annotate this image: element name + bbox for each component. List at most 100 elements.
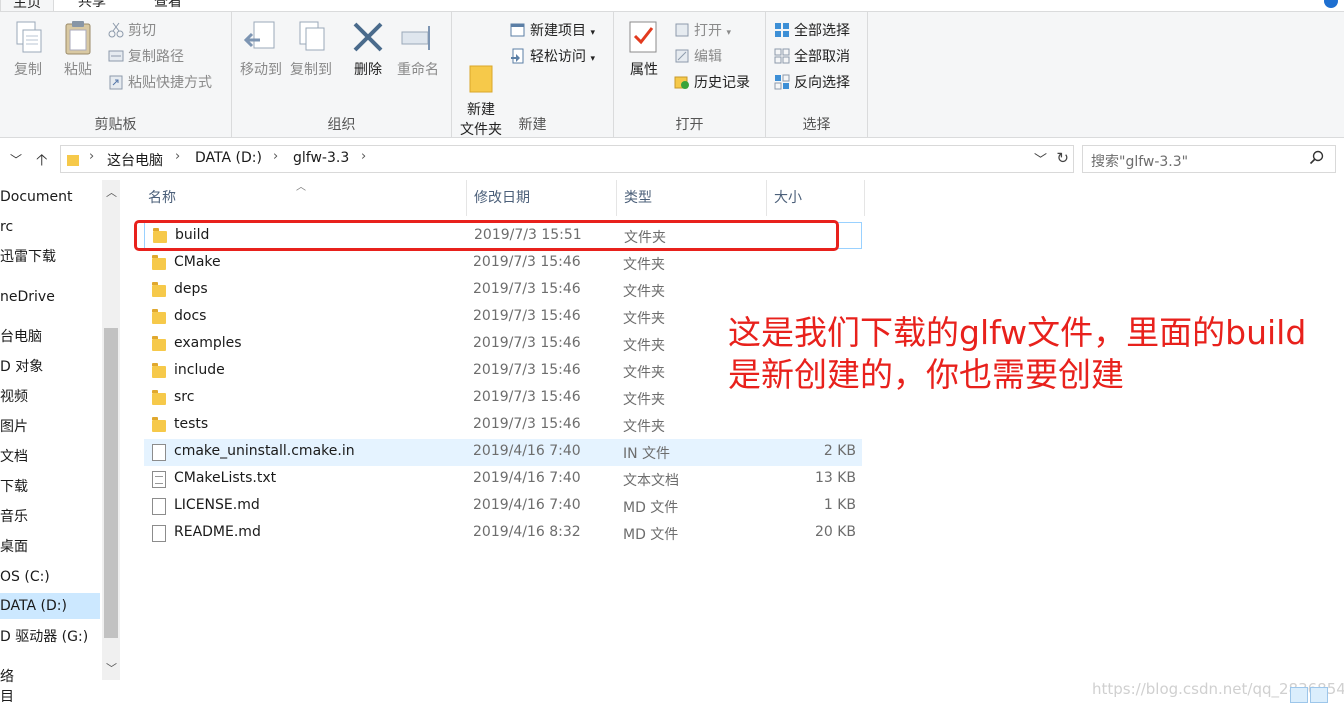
paste-button[interactable]: 粘贴 (58, 20, 98, 80)
copy-path-button[interactable]: 复制路径 (108, 46, 184, 68)
scroll-up-arrow-icon[interactable]: ︿ (106, 184, 117, 200)
paste-shortcut-button[interactable]: 粘贴快捷方式 (108, 72, 212, 94)
nav-item-onedrive[interactable]: neDrive (0, 284, 100, 310)
edit-button[interactable]: 编辑 (674, 46, 722, 68)
nav-item-this-pc[interactable]: 台电脑 (0, 324, 100, 350)
nav-item-documents-cn[interactable]: 文档 (0, 444, 100, 470)
recent-locations-chevron-icon[interactable]: ﹀ (10, 151, 22, 168)
folder-icon (152, 255, 166, 270)
group-label-clipboard: 剪贴板 (94, 117, 137, 133)
nav-item-desktop[interactable]: 桌面 (0, 534, 100, 560)
breadcrumb-this-pc[interactable]: 这台电脑 (107, 150, 163, 170)
search-box[interactable]: 搜索"glfw-3.3" (1082, 145, 1336, 173)
column-header-name[interactable]: 名称 (142, 180, 466, 216)
tab-home[interactable]: 主页 (0, 0, 54, 11)
nav-item-pictures[interactable]: 图片 (0, 414, 100, 440)
details-view-icon[interactable] (1290, 687, 1308, 703)
address-bar[interactable]: › 这台电脑 › DATA (D:) › glfw-3.3 › ﹀ ↻ (60, 145, 1074, 173)
tab-view[interactable]: 查看 (154, 0, 182, 11)
edit-icon (674, 48, 690, 64)
nav-item-videos[interactable]: 视频 (0, 384, 100, 410)
file-row-cmake[interactable]: CMake 2019/7/3 15:46 文件夹 (144, 250, 862, 277)
column-header-date[interactable]: 修改日期 (468, 180, 616, 216)
nav-item-data-d[interactable]: DATA (D:) (0, 593, 100, 619)
file-row-cmakelists[interactable]: CMakeLists.txt 2019/4/16 7:40 文本文档 13 KB (144, 466, 862, 493)
group-label-select: 选择 (802, 117, 831, 133)
move-to-button[interactable]: 移动到 (238, 20, 284, 80)
nav-item-documents[interactable]: Document (0, 184, 100, 210)
breadcrumb-separator-icon[interactable]: › (89, 149, 94, 164)
folder-icon (152, 390, 166, 405)
nav-item-cropped[interactable]: 目 (0, 684, 100, 707)
refresh-icon[interactable]: ↻ (1056, 149, 1069, 167)
open-icon (674, 22, 690, 38)
breadcrumb-data-drive[interactable]: DATA (D:) (195, 150, 262, 166)
copy-path-icon (108, 48, 124, 64)
text-file-icon (152, 471, 166, 488)
breadcrumb-separator-icon[interactable]: › (273, 149, 278, 164)
delete-button[interactable]: 删除 (350, 20, 386, 80)
new-item-button[interactable]: 新建项目 ▾ (510, 20, 595, 42)
breadcrumb-separator-icon[interactable]: › (361, 149, 366, 164)
easy-access-icon (510, 48, 526, 64)
easy-access-button[interactable]: 轻松访问 ▾ (510, 46, 595, 68)
ribbon-group-organize: 移动到 复制到 删除 重命名 组织 (232, 12, 452, 138)
nav-scrollbar[interactable]: ︿ ﹀ (102, 180, 120, 680)
folder-icon (152, 282, 166, 297)
group-label-organize: 组织 (327, 117, 356, 133)
file-row-cmake-uninstall[interactable]: cmake_uninstall.cmake.in 2019/4/16 7:40 … (144, 439, 862, 466)
file-row-deps[interactable]: deps 2019/7/3 15:46 文件夹 (144, 277, 862, 304)
open-button[interactable]: 打开 ▾ (674, 20, 731, 42)
scrollbar-thumb[interactable] (104, 328, 118, 638)
history-button[interactable]: 历史记录 (674, 72, 750, 94)
invert-selection-icon (774, 74, 790, 90)
ribbon-group-select: 全部选择 全部取消 反向选择 选择 (766, 12, 868, 138)
scroll-down-arrow-icon[interactable]: ﹀ (106, 660, 117, 676)
file-row-license[interactable]: LICENSE.md 2019/4/16 7:40 MD 文件 1 KB (144, 493, 862, 520)
copy-button[interactable]: 复制 (8, 20, 48, 80)
breadcrumb-separator-icon[interactable]: › (175, 149, 180, 164)
delete-x-icon (351, 20, 385, 56)
navigation-pane: Document rc 迅雷下载 neDrive 台电脑 D 对象 视频 图片 … (0, 180, 122, 707)
address-dropdown-chevron-icon[interactable]: ﹀ (1034, 149, 1047, 168)
column-divider[interactable] (864, 180, 865, 216)
nav-item-downloads[interactable]: 下载 (0, 474, 100, 500)
dropdown-arrow-icon: ▾ (726, 28, 731, 38)
nav-item-3d-objects[interactable]: D 对象 (0, 354, 100, 380)
file-row-readme[interactable]: README.md 2019/4/16 8:32 MD 文件 20 KB (144, 520, 862, 547)
select-all-button[interactable]: 全部选择 (774, 20, 850, 42)
file-icon (152, 498, 166, 515)
column-divider[interactable] (616, 180, 617, 216)
select-none-button[interactable]: 全部取消 (774, 46, 850, 68)
help-icon[interactable] (1324, 0, 1338, 8)
column-header-size[interactable]: 大小 (768, 180, 864, 216)
view-toggle (1288, 687, 1334, 705)
history-icon (674, 74, 690, 90)
large-icons-view-icon[interactable] (1310, 687, 1328, 703)
nav-item-dvd-g[interactable]: D 驱动器 (G:) (0, 624, 100, 650)
file-row-tests[interactable]: tests 2019/7/3 15:46 文件夹 (144, 412, 862, 439)
nav-item-os-c[interactable]: OS (C:) (0, 564, 100, 590)
cut-button[interactable]: 剪切 (108, 20, 156, 42)
up-arrow-icon[interactable]: 🡡 (36, 149, 48, 176)
invert-selection-button[interactable]: 反向选择 (774, 72, 850, 94)
nav-item-thunder-downloads[interactable]: 迅雷下载 (0, 244, 100, 270)
search-icon[interactable] (1309, 150, 1325, 170)
select-none-icon (774, 48, 790, 64)
nav-item-music[interactable]: 音乐 (0, 504, 100, 530)
rename-button[interactable]: 重命名 (394, 20, 442, 80)
column-header-type[interactable]: 类型 (618, 180, 766, 216)
annotation-highlight-box (134, 220, 839, 251)
tab-share[interactable]: 共享 (78, 0, 106, 11)
column-divider[interactable] (766, 180, 767, 216)
file-icon (152, 444, 166, 461)
select-all-icon (774, 22, 790, 38)
copy-to-button[interactable]: 复制到 (288, 20, 334, 80)
properties-button[interactable]: 属性 (624, 20, 664, 80)
column-divider[interactable] (466, 180, 467, 216)
breadcrumb-glfw[interactable]: glfw-3.3 (293, 150, 349, 166)
ribbon-group-open: 属性 打开 ▾ 编辑 历史记录 打开 (614, 12, 766, 138)
paste-icon (61, 20, 95, 56)
folder-icon (152, 309, 166, 324)
nav-item-src[interactable]: rc (0, 214, 100, 240)
